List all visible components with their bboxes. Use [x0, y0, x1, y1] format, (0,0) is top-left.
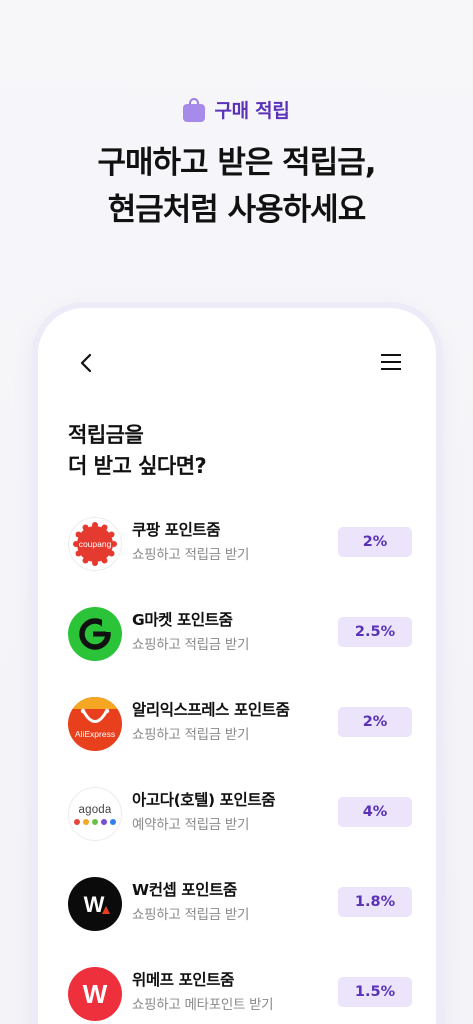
- item-subtitle: 쇼핑하고 적립금 받기: [132, 637, 250, 653]
- rate-badge: 1.5%: [338, 977, 412, 1007]
- phone-mockup: 적립금을 더 받고 싶다면? coupang 쿠팡 포인트줌 쇼핑하고 적립금 …: [38, 308, 436, 1024]
- list-item-gmarket[interactable]: G마켓 포인트줌 쇼핑하고 적립금 받기 2.5%: [68, 604, 412, 664]
- coupang-logo-icon: coupang: [68, 517, 122, 571]
- rate-badge: 4%: [338, 797, 412, 827]
- item-name: 쿠팡 포인트줌: [132, 521, 221, 539]
- item-name: 알리익스프레스 포인트줌: [132, 701, 290, 719]
- item-name: 위메프 포인트줌: [132, 971, 235, 989]
- chevron-left-icon[interactable]: [76, 352, 98, 374]
- section-title-line-2: 더 받고 싶다면?: [68, 454, 207, 478]
- aliexpress-logo-icon: AliExpress: [68, 697, 122, 751]
- rate-badge: 2%: [338, 707, 412, 737]
- agoda-logo-icon: agoda: [68, 787, 122, 841]
- list-item-wemakeprice[interactable]: W 위메프 포인트줌 쇼핑하고 메타포인트 받기 1.5%: [68, 964, 412, 1024]
- rate-badge: 1.8%: [338, 887, 412, 917]
- screen: 구매 적립 구매하고 받은 적립금, 현금처럼 사용하세요 적립금을 더 받고 …: [0, 0, 473, 1024]
- list-item-wconcept[interactable]: W W컨셉 포인트줌 쇼핑하고 적립금 받기 1.8%: [68, 874, 412, 934]
- section-title-line-1: 적립금을: [68, 423, 144, 447]
- gmarket-logo-icon: [68, 607, 122, 661]
- item-name: G마켓 포인트줌: [132, 611, 233, 629]
- wemakeprice-logo-text: W: [83, 979, 108, 1009]
- list-item-aliexpress[interactable]: AliExpress 알리익스프레스 포인트줌 쇼핑하고 적립금 받기 2%: [68, 694, 412, 754]
- item-subtitle: 쇼핑하고 적립금 받기: [132, 907, 250, 923]
- item-subtitle: 쇼핑하고 적립금 받기: [132, 727, 250, 743]
- item-subtitle: 예약하고 적립금 받기: [132, 817, 250, 833]
- headline: 구매하고 받은 적립금, 현금처럼 사용하세요: [0, 140, 473, 234]
- category-badge: 구매 적립: [0, 96, 473, 123]
- coupang-logo-text: coupang: [79, 539, 112, 549]
- list-item-coupang[interactable]: coupang 쿠팡 포인트줌 쇼핑하고 적립금 받기 2%: [68, 514, 412, 574]
- item-subtitle: 쇼핑하고 적립금 받기: [132, 547, 250, 563]
- wemakeprice-logo-icon: W: [68, 967, 122, 1021]
- list-item-agoda[interactable]: agoda 아고다(호텔) 포인트줌 예약하고 적립금 받기 4%: [68, 784, 412, 844]
- item-name: W컨셉 포인트줌: [132, 881, 237, 899]
- rate-badge: 2.5%: [338, 617, 412, 647]
- agoda-logo-text: agoda: [78, 803, 112, 816]
- item-name: 아고다(호텔) 포인트줌: [132, 791, 276, 809]
- hamburger-menu-icon[interactable]: [380, 352, 402, 372]
- rate-badge: 2%: [338, 527, 412, 557]
- shopping-bag-icon: [183, 97, 206, 122]
- wconcept-logo-icon: W: [68, 877, 122, 931]
- section-title: 적립금을 더 받고 싶다면?: [68, 420, 207, 482]
- headline-line-1: 구매하고 받은 적립금,: [97, 145, 376, 181]
- wconcept-logo-text: W: [84, 892, 105, 917]
- aliexpress-logo-text: AliExpress: [75, 729, 115, 739]
- headline-line-2: 현금처럼 사용하세요: [107, 192, 366, 228]
- item-subtitle: 쇼핑하고 메타포인트 받기: [132, 997, 274, 1013]
- category-label: 구매 적립: [214, 100, 290, 122]
